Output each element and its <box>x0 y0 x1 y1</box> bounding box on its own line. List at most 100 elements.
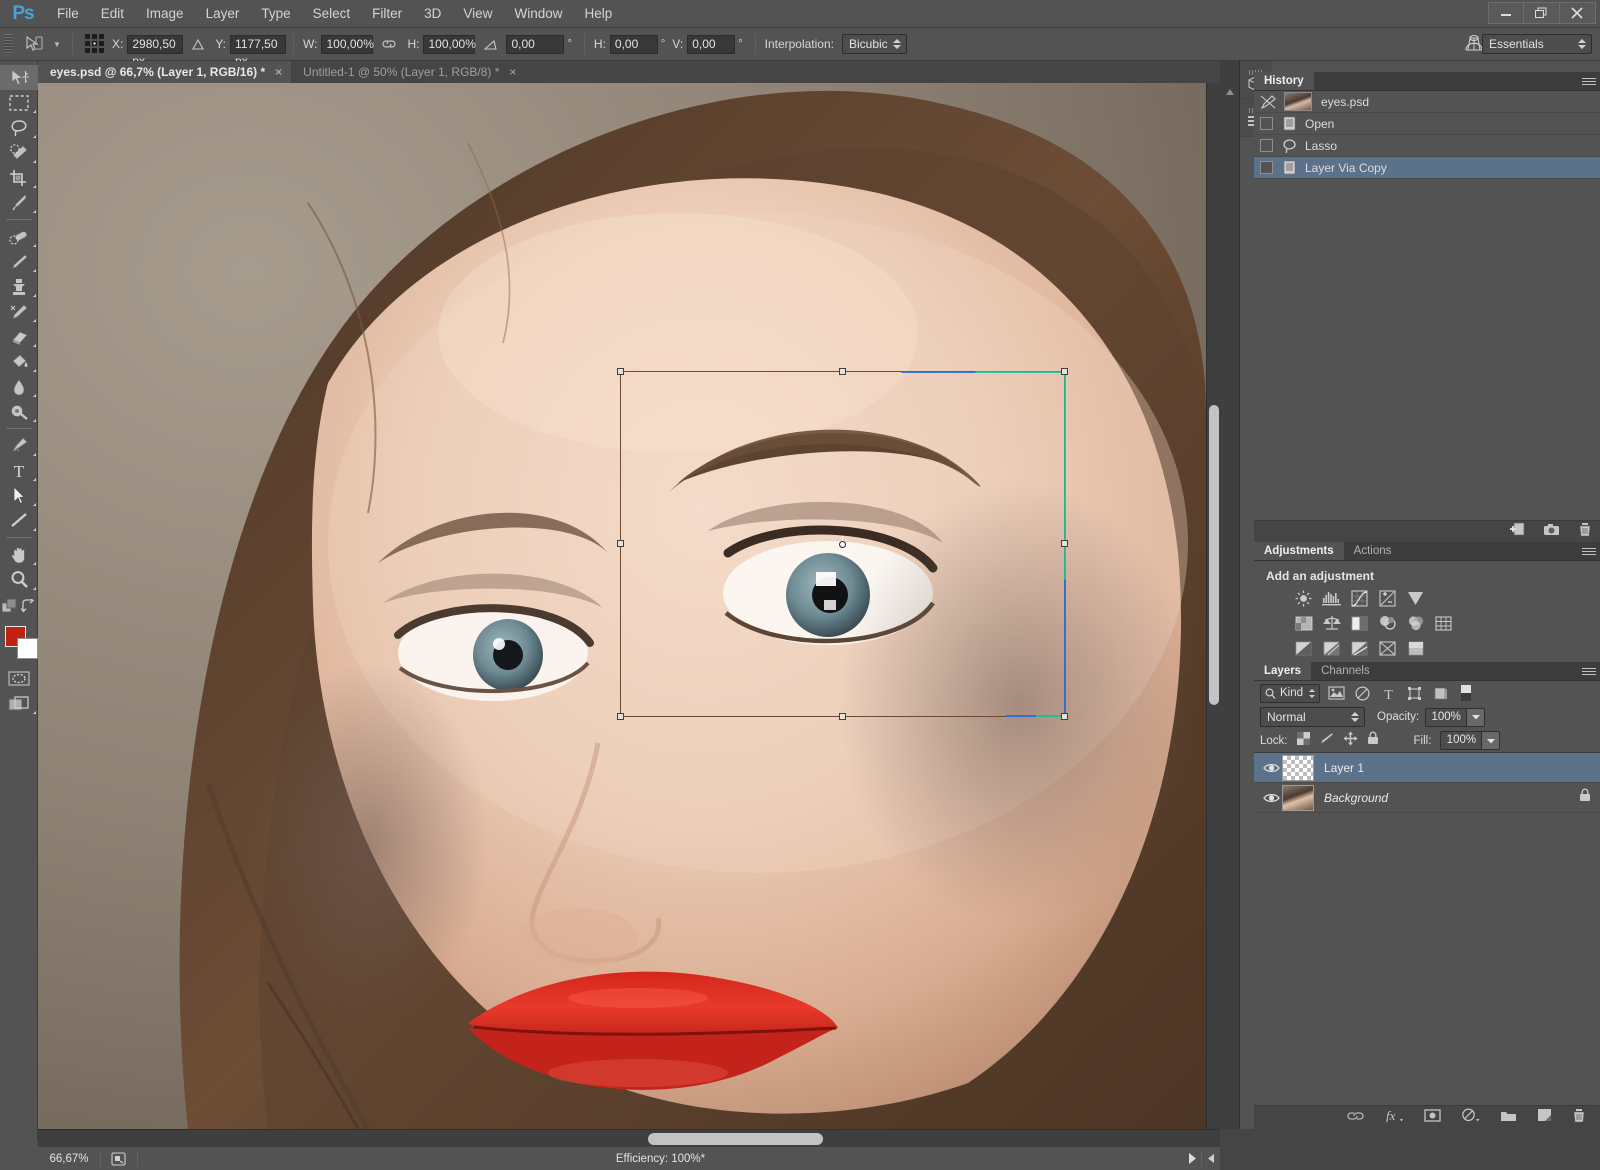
screen-mode-icon[interactable] <box>0 691 38 716</box>
skew-v-input[interactable]: 0,00 <box>687 35 735 54</box>
curves-icon[interactable] <box>1350 589 1369 607</box>
tab-history[interactable]: History <box>1254 72 1314 90</box>
lock-image-icon[interactable] <box>1319 732 1334 750</box>
interpolation-select[interactable]: Bicubic <box>842 34 907 54</box>
default-colors-icon[interactable] <box>2 599 18 614</box>
tab-untitled-1[interactable]: Untitled-1 @ 50% (Layer 1, RGB/8) * × <box>291 61 525 83</box>
layer-style-fx-icon[interactable]: fx <box>1384 1108 1404 1127</box>
filter-toggle-icon[interactable] <box>1456 683 1476 703</box>
panel-menu-icon[interactable] <box>1582 75 1596 87</box>
transform-handle-middle-left[interactable] <box>617 540 624 547</box>
path-selection-tool[interactable] <box>0 483 38 508</box>
channel-mixer-icon[interactable] <box>1378 614 1397 632</box>
background-color-swatch[interactable] <box>17 638 38 659</box>
zoom-tool[interactable] <box>0 567 38 592</box>
tool-preset-chevron-down-icon[interactable]: ▼ <box>49 33 65 55</box>
history-brush-tool[interactable] <box>0 299 38 324</box>
history-state-checkbox[interactable] <box>1260 139 1273 152</box>
transform-handle-bottom-right[interactable] <box>1061 713 1068 720</box>
tab-actions[interactable]: Actions <box>1344 542 1402 560</box>
gradient-map-icon[interactable] <box>1378 639 1397 657</box>
layer-thumbnail[interactable] <box>1282 755 1314 781</box>
menu-type[interactable]: Type <box>250 0 301 28</box>
restore-icon[interactable] <box>1524 2 1560 24</box>
layer-name[interactable]: Layer 1 <box>1324 761 1364 775</box>
options-bar-grip[interactable] <box>4 34 13 54</box>
close-icon[interactable]: × <box>275 65 282 79</box>
history-snapshot-row[interactable]: eyes.psd <box>1254 91 1600 113</box>
filter-type-icon[interactable]: T <box>1378 683 1398 703</box>
quick-selection-tool[interactable] <box>0 140 38 165</box>
filter-shape-icon[interactable] <box>1404 683 1424 703</box>
color-balance-icon[interactable] <box>1294 614 1313 632</box>
layer-mask-icon[interactable] <box>1424 1109 1441 1127</box>
history-brush-source-icon[interactable] <box>1260 95 1276 109</box>
clone-stamp-tool[interactable] <box>0 274 38 299</box>
menu-window[interactable]: Window <box>503 0 573 28</box>
lock-position-icon[interactable] <box>1343 731 1358 751</box>
swap-colors-icon[interactable] <box>21 599 36 613</box>
panel-menu-icon[interactable] <box>1582 665 1596 677</box>
history-state-layer-via-copy[interactable]: Layer Via Copy <box>1254 157 1600 179</box>
close-icon[interactable]: × <box>509 65 516 79</box>
menu-3d[interactable]: 3D <box>413 0 452 28</box>
panel-menu-icon[interactable] <box>1582 545 1596 557</box>
menu-help[interactable]: Help <box>573 0 623 28</box>
menu-image[interactable]: Image <box>135 0 195 28</box>
layer-row-layer-1[interactable]: Layer 1 <box>1254 753 1600 783</box>
scrollbar-thumb[interactable] <box>648 1133 823 1145</box>
tab-adjustments[interactable]: Adjustments <box>1254 542 1344 560</box>
history-state-open[interactable]: Open <box>1254 113 1600 135</box>
menu-select[interactable]: Select <box>302 0 362 28</box>
minimize-icon[interactable] <box>1488 2 1524 24</box>
horizontal-type-tool[interactable]: T <box>0 458 38 483</box>
hand-tool[interactable] <box>0 542 38 567</box>
reference-point-grid[interactable] <box>80 32 110 56</box>
threshold-icon[interactable] <box>1350 639 1369 657</box>
opacity-stepper-icon[interactable] <box>1467 708 1485 727</box>
transform-handle-top-left[interactable] <box>617 368 624 375</box>
transform-handle-top-center[interactable] <box>839 368 846 375</box>
new-document-from-state-icon[interactable] <box>1509 522 1525 541</box>
workspace-select[interactable]: Essentials <box>1482 34 1592 54</box>
create-snapshot-icon[interactable] <box>1543 523 1560 541</box>
history-state-checkbox[interactable] <box>1260 161 1273 174</box>
line-tool[interactable] <box>0 508 38 533</box>
dodge-tool[interactable] <box>0 399 38 424</box>
y-input[interactable]: 1177,50 px <box>230 35 286 54</box>
skew-h-input[interactable]: 0,00 <box>610 35 658 54</box>
menu-filter[interactable]: Filter <box>361 0 413 28</box>
menu-edit[interactable]: Edit <box>90 0 135 28</box>
crop-tool[interactable] <box>0 165 38 190</box>
menu-file[interactable]: File <box>46 0 90 28</box>
blend-mode-select[interactable]: Normal <box>1260 707 1365 727</box>
menu-layer[interactable]: Layer <box>195 0 251 28</box>
eraser-tool[interactable] <box>0 324 38 349</box>
link-layers-icon[interactable] <box>1347 1109 1364 1127</box>
eyedropper-tool[interactable] <box>0 190 38 215</box>
lock-transparency-icon[interactable] <box>1297 732 1310 750</box>
rectangular-marquee-tool[interactable] <box>0 90 38 115</box>
lasso-tool[interactable] <box>0 115 38 140</box>
photo-filter-icon[interactable] <box>1350 614 1369 632</box>
invert-icon[interactable] <box>1294 639 1313 657</box>
layer-name[interactable]: Background <box>1324 791 1388 805</box>
canvas-horizontal-scrollbar[interactable] <box>38 1129 1220 1147</box>
color-lookup-icon[interactable] <box>1406 614 1425 632</box>
selective-color-swatch-icon[interactable] <box>1406 639 1425 657</box>
vibrance-icon[interactable] <box>1406 589 1425 607</box>
layer-visibility-eye-icon[interactable] <box>1260 792 1282 804</box>
close-icon[interactable] <box>1560 2 1596 24</box>
paint-bucket-tool[interactable] <box>0 349 38 374</box>
layer-filter-kind-select[interactable]: Kind <box>1260 684 1320 703</box>
delete-layer-icon[interactable] <box>1572 1108 1586 1128</box>
black-white-icon[interactable] <box>1322 614 1341 632</box>
quick-mask-icon[interactable] <box>0 666 38 691</box>
collapse-panels-icon[interactable] <box>1226 89 1234 95</box>
tab-eyes-psd[interactable]: eyes.psd @ 66,7% (Layer 1, RGB/16) * × <box>38 61 291 83</box>
doc-info-icon[interactable] <box>101 1152 137 1166</box>
history-state-checkbox[interactable] <box>1260 117 1273 130</box>
status-left-arrow-icon[interactable] <box>1202 1154 1220 1163</box>
transform-handle-top-right[interactable] <box>1061 368 1068 375</box>
new-layer-icon[interactable] <box>1537 1108 1552 1127</box>
